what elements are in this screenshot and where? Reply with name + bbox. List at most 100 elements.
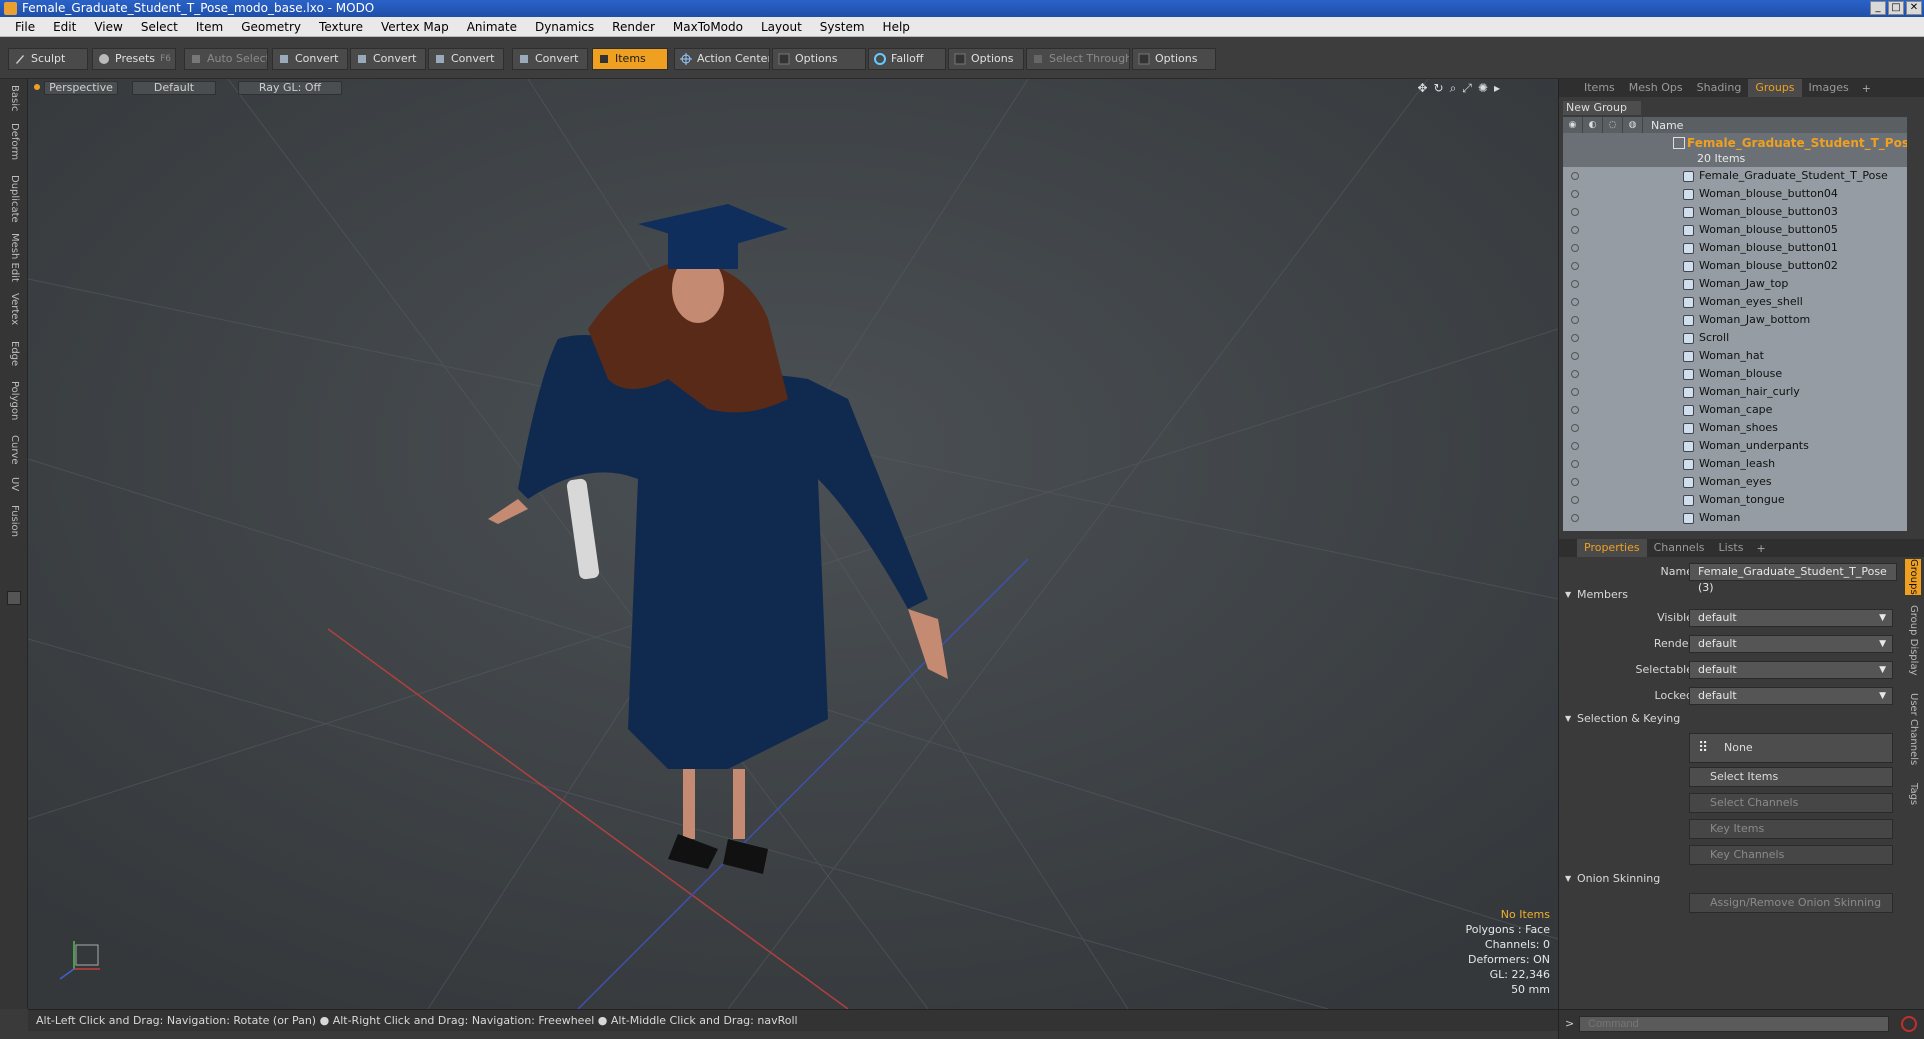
visibility-icon[interactable] bbox=[1571, 478, 1579, 486]
tab-channels[interactable]: Channels bbox=[1647, 539, 1712, 557]
vtab-uv[interactable]: UV bbox=[6, 477, 22, 491]
visibility-icon[interactable] bbox=[1571, 208, 1579, 216]
select-through-button[interactable]: Select Through bbox=[1026, 48, 1130, 70]
visibility-icon[interactable] bbox=[1571, 442, 1579, 450]
visibility-icon[interactable] bbox=[1571, 460, 1579, 468]
menu-select[interactable]: Select bbox=[132, 17, 187, 37]
name-field[interactable]: Female_Graduate_Student_T_Pose (3) bbox=[1689, 563, 1897, 594]
lock-col-icon[interactable]: ◌ bbox=[1603, 117, 1623, 133]
3d-viewport[interactable]: Perspective Default Ray GL: Off ✥ ↻ ⌕ ⤢ … bbox=[28, 79, 1558, 1009]
visibility-icon[interactable] bbox=[1571, 496, 1579, 504]
menu-animate[interactable]: Animate bbox=[458, 17, 526, 37]
menu-geometry[interactable]: Geometry bbox=[232, 17, 310, 37]
menu-file[interactable]: File bbox=[6, 17, 44, 37]
add-props-tab-icon[interactable]: + bbox=[1750, 542, 1771, 555]
list-item[interactable]: Woman_blouse_button04 bbox=[1563, 185, 1907, 203]
menu-maxtomodo[interactable]: MaxToModo bbox=[664, 17, 752, 37]
side-tab-group-display[interactable]: Group Display bbox=[1905, 605, 1921, 675]
key-channels-button[interactable]: Key Channels bbox=[1689, 845, 1893, 865]
visibility-icon[interactable] bbox=[1571, 190, 1579, 198]
vtab-deform[interactable]: Deform bbox=[6, 123, 22, 160]
assign-onion-button[interactable]: Assign/Remove Onion Skinning bbox=[1689, 893, 1893, 913]
panel-toggle-button[interactable] bbox=[7, 591, 21, 605]
menu-item[interactable]: Item bbox=[187, 17, 232, 37]
onion-skinning-section[interactable]: ▼ Onion Skinning bbox=[1559, 869, 1924, 889]
new-group-button[interactable]: New Group bbox=[1563, 101, 1641, 115]
visibility-icon[interactable] bbox=[1571, 262, 1579, 270]
visibility-icon[interactable] bbox=[1571, 352, 1579, 360]
tab-groups[interactable]: Groups bbox=[1748, 79, 1802, 97]
side-tab-user-channels[interactable]: User Channels bbox=[1905, 693, 1921, 765]
members-section[interactable]: ▼ Members bbox=[1559, 585, 1924, 605]
rotate-icon[interactable]: ↻ bbox=[1434, 81, 1444, 96]
action-center-button[interactable]: Action Center bbox=[674, 48, 770, 70]
falloff-button[interactable]: Falloff bbox=[868, 48, 946, 70]
list-item[interactable]: Woman bbox=[1563, 509, 1907, 527]
list-item[interactable]: Woman_Jaw_top bbox=[1563, 275, 1907, 293]
settings-icon[interactable]: ✺ bbox=[1478, 81, 1488, 96]
list-item[interactable]: Woman_tongue bbox=[1563, 491, 1907, 509]
list-item[interactable]: Woman_blouse bbox=[1563, 365, 1907, 383]
add-tab-icon[interactable]: + bbox=[1856, 82, 1877, 95]
list-item[interactable]: Woman_blouse_button05 bbox=[1563, 221, 1907, 239]
selection-keying-section[interactable]: ▼ Selection & Keying bbox=[1559, 709, 1924, 729]
vtab-basic[interactable]: Basic bbox=[6, 85, 22, 111]
options-button-1[interactable]: Options bbox=[772, 48, 866, 70]
side-tab-groups[interactable]: Groups bbox=[1905, 559, 1921, 595]
convert-button-1[interactable]: Convert bbox=[272, 48, 348, 70]
menu-system[interactable]: System bbox=[811, 17, 874, 37]
vtab-fusion[interactable]: Fusion bbox=[6, 505, 22, 537]
visibility-icon[interactable] bbox=[1571, 244, 1579, 252]
visible-dropdown[interactable]: default ▼ bbox=[1689, 609, 1893, 627]
tab-shading[interactable]: Shading bbox=[1690, 79, 1749, 97]
minimize-button[interactable]: _ bbox=[1870, 1, 1886, 15]
vtab-edge[interactable]: Edge bbox=[6, 341, 22, 366]
menu-help[interactable]: Help bbox=[874, 17, 919, 37]
presets-button[interactable]: Presets F6 bbox=[92, 48, 176, 70]
vtab-mesh-edit[interactable]: Mesh Edit bbox=[6, 233, 22, 282]
convert-button-4[interactable]: Convert bbox=[512, 48, 588, 70]
select-col-icon[interactable]: ◍ bbox=[1623, 117, 1643, 133]
auto-select-button[interactable]: Auto Select bbox=[184, 48, 268, 70]
visibility-icon[interactable] bbox=[1571, 298, 1579, 306]
fit-icon[interactable]: ⤢ bbox=[1462, 81, 1472, 96]
visibility-icon[interactable] bbox=[1571, 388, 1579, 396]
none-button[interactable]: ⠿ None bbox=[1689, 733, 1893, 763]
menu-layout[interactable]: Layout bbox=[752, 17, 811, 37]
visibility-icon[interactable] bbox=[1571, 316, 1579, 324]
list-item[interactable]: Woman_Jaw_bottom bbox=[1563, 311, 1907, 329]
sculpt-button[interactable]: Sculpt bbox=[8, 48, 88, 70]
view-type-dropdown[interactable]: Perspective bbox=[44, 81, 118, 95]
list-item[interactable]: Woman_hat bbox=[1563, 347, 1907, 365]
list-item[interactable]: Woman_cape bbox=[1563, 401, 1907, 419]
expand-icon[interactable]: ▸ bbox=[1494, 81, 1500, 96]
select-channels-button[interactable]: Select Channels bbox=[1689, 793, 1893, 813]
list-item[interactable]: Woman_underpants bbox=[1563, 437, 1907, 455]
vtab-vertex[interactable]: Vertex bbox=[6, 293, 22, 325]
list-item[interactable]: Woman_eyes bbox=[1563, 473, 1907, 491]
vtab-polygon[interactable]: Polygon bbox=[6, 381, 22, 420]
tab-images[interactable]: Images bbox=[1802, 79, 1856, 97]
visibility-icon[interactable] bbox=[1571, 514, 1579, 522]
convert-button-2[interactable]: Convert bbox=[350, 48, 426, 70]
pan-icon[interactable]: ✥ bbox=[1417, 81, 1427, 96]
tab-properties[interactable]: Properties bbox=[1577, 539, 1647, 557]
shading-dropdown[interactable]: Default bbox=[132, 81, 216, 95]
menu-view[interactable]: View bbox=[85, 17, 131, 37]
viewport-options-icon[interactable] bbox=[34, 84, 40, 90]
visibility-icon[interactable] bbox=[1571, 280, 1579, 288]
select-items-button[interactable]: Select Items bbox=[1689, 767, 1893, 787]
list-item[interactable]: Woman_blouse_button02 bbox=[1563, 257, 1907, 275]
side-tab-tags[interactable]: Tags bbox=[1905, 783, 1921, 805]
vtab-curve[interactable]: Curve bbox=[6, 435, 22, 465]
tab-lists[interactable]: Lists bbox=[1712, 539, 1751, 557]
menu-dynamics[interactable]: Dynamics bbox=[526, 17, 603, 37]
list-item[interactable]: Woman_shoes bbox=[1563, 419, 1907, 437]
render-dropdown[interactable]: default ▼ bbox=[1689, 635, 1893, 653]
stop-icon[interactable] bbox=[1901, 1016, 1917, 1032]
list-item[interactable]: Woman_blouse_button03 bbox=[1563, 203, 1907, 221]
maximize-button[interactable]: □ bbox=[1888, 1, 1904, 15]
list-item[interactable]: Woman_blouse_button01 bbox=[1563, 239, 1907, 257]
options-button-3[interactable]: Options bbox=[1132, 48, 1216, 70]
convert-button-3[interactable]: Convert bbox=[428, 48, 504, 70]
